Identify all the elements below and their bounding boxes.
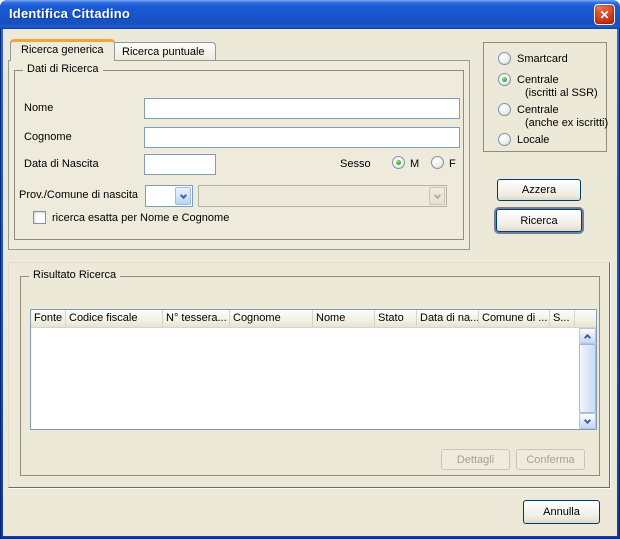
ricerca-button[interactable]: Ricerca — [496, 209, 582, 232]
radio-dot — [396, 160, 401, 165]
tab-ricerca-puntuale[interactable]: Ricerca puntuale — [111, 42, 216, 61]
radio-dot — [502, 77, 507, 82]
nome-input[interactable] — [144, 98, 460, 119]
provincia-select[interactable] — [145, 185, 193, 207]
comune-value — [199, 186, 428, 206]
group-fonte-ricerca: Smartcard Centrale (iscritti al SSR) Cen… — [483, 42, 607, 152]
dialog-body: Ricerca generica Ricerca puntuale Dati d… — [3, 29, 617, 536]
centrale-ex-sublabel: (anche ex iscritti) — [525, 117, 608, 129]
centrale-ex-radio[interactable] — [498, 103, 511, 116]
centrale-ssr-label: Centrale — [517, 74, 559, 86]
group-risultato-title: Risultato Ricerca — [29, 269, 120, 281]
locale-label: Locale — [517, 134, 549, 146]
column-header-codice-fiscale[interactable]: Codice fiscale — [66, 310, 163, 328]
dettagli-button: Dettagli — [441, 449, 510, 470]
cognome-label: Cognome — [24, 131, 72, 143]
column-header-cognome[interactable]: Cognome — [230, 310, 313, 328]
smartcard-label: Smartcard — [517, 53, 568, 65]
column-header-s[interactable]: S... — [550, 310, 575, 328]
chevron-down-icon — [433, 191, 440, 198]
title-bar[interactable]: Identifica Cittadino ✕ — [0, 0, 620, 29]
centrale-ex-label: Centrale — [517, 104, 559, 116]
scroll-up-button[interactable] — [579, 328, 596, 344]
column-header-nome[interactable]: Nome — [313, 310, 375, 328]
column-header-n-tessera[interactable]: N° tessera... — [163, 310, 230, 328]
group-dati-title: Dati di Ricerca — [23, 63, 103, 75]
sesso-label: Sesso — [340, 158, 371, 170]
column-header-data-nascita[interactable]: Data di na... — [417, 310, 479, 328]
close-icon: ✕ — [599, 8, 609, 22]
ricerca-esatta-label: ricerca esatta per Nome e Cognome — [52, 212, 229, 224]
provincia-value — [146, 186, 174, 206]
data-nascita-input[interactable] — [144, 154, 216, 175]
chevron-up-icon — [584, 334, 591, 341]
column-header-filler — [575, 310, 596, 328]
window-title: Identifica Cittadino — [9, 6, 130, 21]
column-header-fonte[interactable]: Fonte — [31, 310, 66, 328]
prov-comune-label: Prov./Comune di nascita — [19, 189, 138, 201]
chevron-down-icon — [179, 191, 186, 198]
cognome-input[interactable] — [144, 127, 460, 148]
results-table-header: Fonte Codice fiscale N° tessera... Cogno… — [31, 310, 596, 328]
sesso-f-label: F — [449, 158, 456, 170]
provincia-dropdown-button[interactable] — [175, 187, 191, 205]
tab-ricerca-generica[interactable]: Ricerca generica — [10, 39, 115, 61]
results-table: Fonte Codice fiscale N° tessera... Cogno… — [30, 309, 597, 430]
ricerca-esatta-checkbox[interactable] — [33, 211, 46, 224]
scrollbar-thumb[interactable] — [579, 344, 596, 413]
sesso-m-radio[interactable] — [392, 156, 405, 169]
chevron-down-icon — [584, 416, 591, 423]
data-nascita-label: Data di Nascita — [24, 158, 99, 170]
dialog-window: Identifica Cittadino ✕ Ricerca generica … — [0, 0, 620, 539]
close-button[interactable]: ✕ — [594, 4, 615, 25]
vertical-scrollbar[interactable] — [579, 328, 596, 429]
annulla-button[interactable]: Annulla — [523, 500, 600, 524]
sesso-m-label: M — [410, 158, 419, 170]
results-table-body[interactable] — [31, 328, 579, 429]
comune-dropdown-button — [429, 187, 445, 205]
sesso-f-radio[interactable] — [431, 156, 444, 169]
column-header-stato[interactable]: Stato — [375, 310, 417, 328]
conferma-button: Conferma — [516, 449, 585, 470]
comune-select — [198, 185, 447, 207]
locale-radio[interactable] — [498, 133, 511, 146]
centrale-ssr-sublabel: (iscritti al SSR) — [525, 87, 598, 99]
centrale-ssr-radio[interactable] — [498, 73, 511, 86]
smartcard-radio[interactable] — [498, 52, 511, 65]
azzera-button[interactable]: Azzera — [497, 179, 581, 201]
column-header-comune[interactable]: Comune di ... — [479, 310, 550, 328]
results-panel: Risultato Ricerca Fonte Codice fiscale N… — [8, 262, 610, 488]
scroll-down-button[interactable] — [579, 413, 596, 429]
nome-label: Nome — [24, 102, 53, 114]
